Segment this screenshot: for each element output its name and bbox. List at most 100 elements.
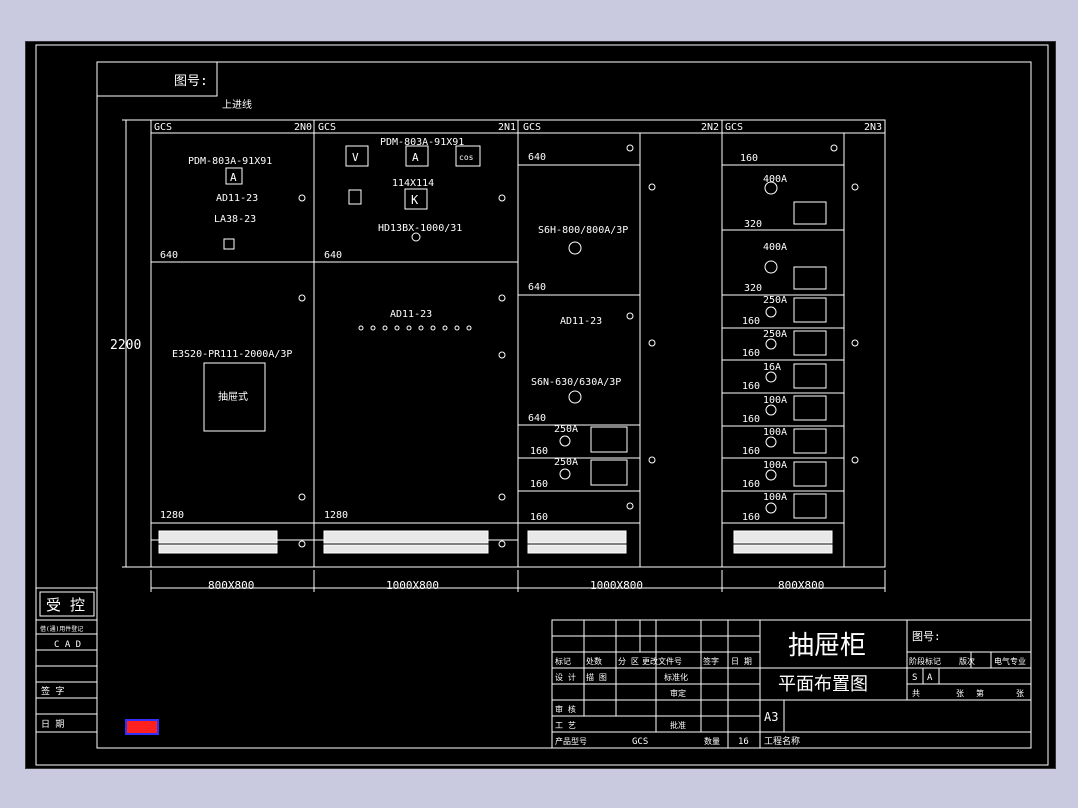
cell-height: 640 <box>160 250 178 261</box>
rating-label: 400A <box>763 242 787 253</box>
cell-height: 320 <box>744 283 762 294</box>
model-value: GCS <box>632 737 648 747</box>
header-cell: 分 区 <box>618 657 639 666</box>
switch-model: HD13BX-1000/31 <box>378 223 462 234</box>
cell-height: 160 <box>530 446 548 457</box>
discipline-label: 电气专业 <box>994 656 1026 666</box>
cell-height: 1280 <box>324 510 348 521</box>
lamp-model: AD11-23 <box>390 309 432 320</box>
breaker-model: S6N-630/630A/3P <box>531 377 621 388</box>
cad-marker <box>125 719 159 735</box>
panel-type: GCS <box>154 122 172 133</box>
meter-model: PDM-803A-91X91 <box>188 156 272 167</box>
cell-height: 640 <box>528 152 546 163</box>
review-label: 审定 <box>670 688 686 698</box>
version-label: 版次 <box>959 656 975 666</box>
meter-k: K <box>411 193 419 207</box>
cad-drawing: 图号: 上进线 2200 GCS 2N0 GCS 2N1 GCS 2N2 GCS… <box>35 44 1049 766</box>
panel-code: 2N3 <box>864 122 882 133</box>
rating-label: 250A <box>554 424 578 435</box>
panel-type: GCS <box>725 122 743 133</box>
stage-label: 阶段标记 <box>909 656 941 666</box>
total-label: 共 <box>912 689 920 698</box>
process-label: 工 艺 <box>555 721 576 730</box>
header-cell: 日 期 <box>731 657 752 666</box>
design-label: 设 计 <box>555 672 576 682</box>
sheets-label: 张 <box>956 689 964 698</box>
drawing-label: 图号: <box>174 74 208 89</box>
cell-height: 1280 <box>160 510 184 521</box>
rating-label: 100A <box>763 492 787 503</box>
panel-code: 2N2 <box>701 122 719 133</box>
cell-height: 160 <box>742 348 760 359</box>
cell-height: 160 <box>742 414 760 425</box>
panel-type: GCS <box>318 122 336 133</box>
cell-height: 640 <box>528 282 546 293</box>
rating-label: 250A <box>763 295 787 306</box>
stamp-label: 受 控 <box>46 596 85 614</box>
cell-height: 160 <box>530 512 548 523</box>
cad-label: C A D <box>54 640 81 650</box>
drawn-label: 描 图 <box>586 672 607 682</box>
qty-label: 数量 <box>704 736 720 746</box>
header-cell: 标记 <box>555 656 571 666</box>
rating-label: 16A <box>763 362 781 373</box>
cell-height: 640 <box>528 413 546 424</box>
total-height-label: 2200 <box>110 338 141 353</box>
panel-code: 2N1 <box>498 122 516 133</box>
cell-height: 160 <box>742 316 760 327</box>
panel-width-dim: 800X800 <box>208 579 254 592</box>
sheet-label: 第 <box>976 688 984 698</box>
header-cell: 更改文件号 <box>642 656 682 666</box>
model-label: 产品型号 <box>555 736 587 746</box>
drawing-no-label: 图号: <box>912 630 941 643</box>
button-model: LA38-23 <box>214 214 256 225</box>
breaker-model: S6H-800/800A/3P <box>538 225 628 236</box>
meter-size: 114X114 <box>392 178 434 189</box>
cell-height: 160 <box>742 446 760 457</box>
lamp-model: AD11-23 <box>560 316 602 327</box>
rating-label: 100A <box>763 395 787 406</box>
incoming-label: 上进线 <box>222 98 252 111</box>
qty-value: 16 <box>738 737 749 747</box>
cell-height: 320 <box>744 219 762 230</box>
drawing-canvas[interactable]: 图号: 上进线 2200 GCS 2N0 GCS 2N1 GCS 2N2 GCS… <box>25 41 1056 769</box>
meter-symbol: A <box>230 171 237 184</box>
panel-code: 2N0 <box>294 122 312 133</box>
header-cell: 处数 <box>586 656 602 666</box>
lamp-model: AD11-23 <box>216 193 258 204</box>
breaker-model: E3S20-PR111-2000A/3P <box>172 349 292 360</box>
panel-width-dim: 800X800 <box>778 579 824 592</box>
sign-label: 签 字 <box>41 685 64 697</box>
drawing-title: 抽屉柜 <box>788 631 866 661</box>
project-label: 工程名称 <box>764 735 800 747</box>
rating-label: 250A <box>763 329 787 340</box>
cell-height: 160 <box>742 512 760 523</box>
paper-size: A3 <box>764 710 778 724</box>
stage-a: A <box>927 673 933 683</box>
drawer-label: 抽屉式 <box>218 390 248 403</box>
cell-height: 160 <box>742 479 760 490</box>
std-label: 标准化 <box>664 672 688 682</box>
cell-height: 160 <box>740 153 758 164</box>
rating-label: 400A <box>763 174 787 185</box>
drawing-subtitle: 平面布置图 <box>778 674 868 695</box>
panel-width-dim: 1000X800 <box>590 579 643 592</box>
panel-width-dim: 1000X800 <box>386 579 439 592</box>
approve-label: 批准 <box>670 720 686 730</box>
rating-label: 100A <box>763 460 787 471</box>
date-label: 日 期 <box>41 719 64 730</box>
meter-v: V <box>352 151 359 164</box>
meter-cos: cos <box>459 153 474 162</box>
meter-a: A <box>412 151 419 164</box>
meter-model: PDM-803A-91X91 <box>380 137 464 148</box>
rating-label: 100A <box>763 427 787 438</box>
cell-height: 160 <box>530 479 548 490</box>
cell-height: 160 <box>742 381 760 392</box>
reg-label: 借(通)用件登记 <box>40 625 83 633</box>
panel-type: GCS <box>523 122 541 133</box>
header-cell: 签字 <box>703 656 719 666</box>
cell-height: 640 <box>324 250 342 261</box>
page-label: 张 <box>1016 689 1024 698</box>
rating-label: 250A <box>554 457 578 468</box>
